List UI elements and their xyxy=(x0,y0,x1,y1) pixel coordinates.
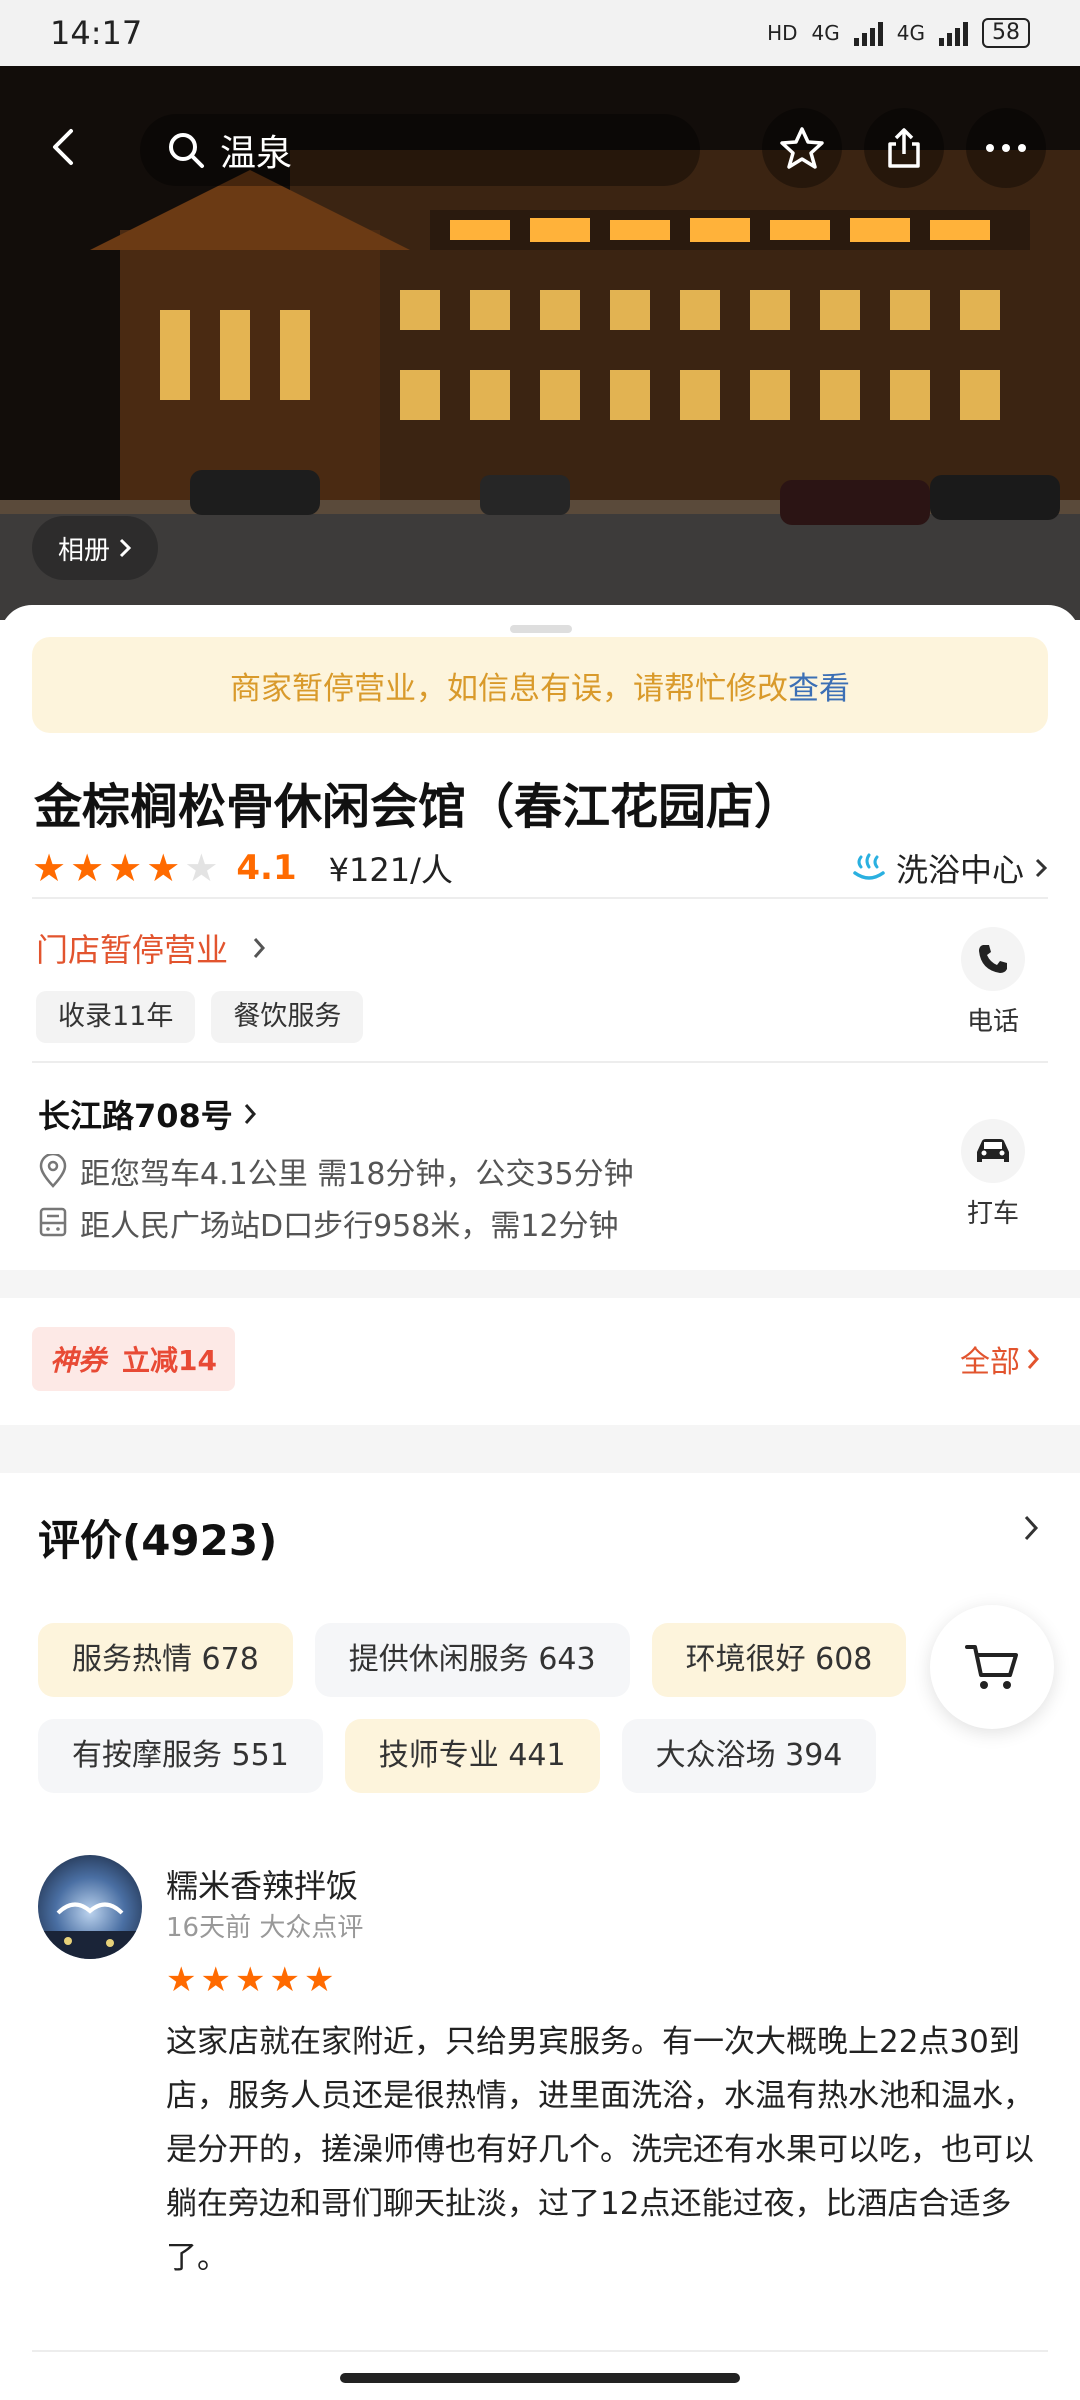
review-stars: ★ ★ ★ ★ ★ xyxy=(166,1963,334,1997)
all-label: 全部 xyxy=(960,1345,1020,1380)
signal-icon xyxy=(853,20,883,46)
more-button[interactable] xyxy=(966,108,1046,188)
home-indicator[interactable] xyxy=(340,2373,740,2383)
search-query: 温泉 xyxy=(220,133,293,174)
price-per-person: ¥121/人 xyxy=(328,851,453,889)
star-icon: ★ xyxy=(184,846,219,890)
coupon-offer: 立减14 xyxy=(122,1344,217,1377)
reviews-more-button[interactable] xyxy=(1022,1513,1040,1547)
coupon-badge[interactable]: 神券 立减14 xyxy=(32,1327,235,1391)
album-button[interactable]: 相册 xyxy=(32,516,159,580)
reviewer-name[interactable]: 糯米香辣拌饭 xyxy=(166,1861,358,1907)
search-bar[interactable]: 温泉 xyxy=(140,114,700,186)
review-tag-chip[interactable]: 服务热情 678 xyxy=(38,1623,293,1697)
car-icon xyxy=(961,1119,1025,1183)
status-indicators: HD 4G 4G 58 xyxy=(767,18,1030,48)
location-pin-icon xyxy=(39,1154,67,1188)
star-outline-icon xyxy=(780,127,824,169)
star-icon: ★ xyxy=(200,1960,231,2000)
transit-route: 距人民广场站D口步行958米，需12分钟 xyxy=(38,1201,619,1245)
notice-link[interactable]: 查看 xyxy=(788,663,850,708)
battery-icon: 58 xyxy=(982,18,1030,48)
search-icon xyxy=(169,133,204,168)
hot-spring-icon xyxy=(853,853,885,880)
cart-button[interactable] xyxy=(930,1605,1054,1729)
business-status[interactable]: 门店暂停营业 xyxy=(36,925,266,971)
divider xyxy=(32,897,1048,899)
favorite-button[interactable] xyxy=(762,108,842,188)
more-icon xyxy=(986,144,1026,152)
drive-route: 距您驾车4.1公里 需18分钟，公交35分钟 xyxy=(38,1149,634,1193)
review-tag-chip[interactable]: 有按摩服务 551 xyxy=(38,1719,323,1793)
album-label: 相册 xyxy=(58,535,111,566)
signal-icon xyxy=(939,20,968,46)
divider xyxy=(32,2350,1048,2352)
back-icon xyxy=(53,129,73,165)
star-icon: ★ xyxy=(146,846,181,890)
section-gap xyxy=(0,1425,1080,1473)
shop-tags: 收录11年 餐饮服务 xyxy=(36,991,364,1043)
shop-address[interactable]: 长江路708号 xyxy=(38,1091,257,1137)
cart-icon xyxy=(965,1645,1018,1689)
notice-text: 商家暂停营业，如信息有误，请帮忙修改 xyxy=(230,670,788,707)
drag-handle[interactable] xyxy=(510,625,572,633)
status-time: 14:17 xyxy=(50,14,143,52)
reviews-title[interactable]: 评价(4923) xyxy=(38,1507,277,1568)
phone-button[interactable]: 电话 xyxy=(938,927,1048,1038)
share-button[interactable] xyxy=(864,108,944,188)
star-icon: ★ xyxy=(269,1960,300,2000)
star-icon: ★ xyxy=(234,1960,266,2000)
walk-info: 距人民广场站D口步行958米，需12分钟 xyxy=(80,1209,619,1244)
chevron-right-icon xyxy=(1027,1349,1040,1369)
category-link[interactable]: 洗浴中心 xyxy=(852,845,1048,891)
review-meta: 16天前 大众点评 xyxy=(166,1913,364,1943)
taxi-button[interactable]: 打车 xyxy=(938,1119,1048,1230)
rating-score: 4.1 xyxy=(236,848,297,888)
chevron-right-icon xyxy=(253,938,266,958)
network-label-1: 4G xyxy=(811,21,840,45)
review-tag-chip[interactable]: 环境很好 608 xyxy=(651,1623,907,1697)
drive-info: 距您驾车4.1公里 需18分钟，公交35分钟 xyxy=(80,1157,634,1192)
review-tag-chip[interactable]: 提供休闲服务 643 xyxy=(314,1623,630,1697)
review-tag-chip[interactable]: 大众浴场 394 xyxy=(621,1719,877,1793)
review-text: 这家店就在家附近，只给男宾服务。有一次大概晚上22点30到店，服务人员还是很热情… xyxy=(166,2024,1034,2276)
transit-icon xyxy=(39,1207,67,1237)
chevron-right-icon xyxy=(1035,858,1048,878)
back-button[interactable] xyxy=(30,112,100,182)
rating-stars: ★ ★ ★ ★ ★ xyxy=(32,849,218,887)
status-bar: 14:17 HD 4G 4G 58 xyxy=(0,0,1080,66)
network-label-2: 4G xyxy=(896,21,925,45)
rating-row: ★ ★ ★ ★ ★ 4.1 ¥121/人 洗浴中心 xyxy=(32,838,1048,898)
shop-tag: 收录11年 xyxy=(36,991,196,1043)
star-icon: ★ xyxy=(32,846,67,890)
business-status-label: 门店暂停营业 xyxy=(36,931,229,969)
phone-label: 电话 xyxy=(966,1007,1019,1037)
star-icon: ★ xyxy=(108,846,143,890)
star-icon: ★ xyxy=(70,846,105,890)
closure-notice[interactable]: 商家暂停营业，如信息有误，请帮忙修改 查看 xyxy=(32,637,1048,733)
chevron-right-icon xyxy=(1024,1515,1039,1541)
section-gap xyxy=(0,1270,1080,1298)
star-icon: ★ xyxy=(166,1960,197,2000)
chevron-right-icon xyxy=(244,1104,256,1124)
address-text: 长江路708号 xyxy=(38,1097,233,1135)
coupon-brand: 神券 xyxy=(50,1344,107,1377)
chevron-right-icon xyxy=(119,538,132,558)
taxi-label: 打车 xyxy=(966,1199,1019,1229)
review-tag-chip[interactable]: 技师专业 441 xyxy=(344,1719,600,1793)
coupon-all-link[interactable]: 全部 xyxy=(960,1337,1040,1381)
star-icon: ★ xyxy=(303,1960,335,2000)
phone-icon xyxy=(961,927,1025,991)
hd-badge: HD xyxy=(767,21,798,45)
top-nav-bar: 温泉 xyxy=(0,100,1080,196)
divider xyxy=(32,1061,1048,1063)
avatar[interactable] xyxy=(38,1855,142,1959)
shop-title: 金棕榈松骨休闲会馆（春江花园店） xyxy=(34,779,803,835)
hero-photo[interactable]: 14:17 HD 4G 4G 58 温泉 相册 xyxy=(0,0,1080,620)
shop-tag: 餐饮服务 xyxy=(211,991,364,1043)
review-tag-chips: 服务热情 678 提供休闲服务 643 环境很好 608 有按摩服务 551 技… xyxy=(38,1623,938,1793)
category-label: 洗浴中心 xyxy=(895,851,1024,889)
detail-sheet: 商家暂停营业，如信息有误，请帮忙修改 查看 金棕榈松骨休闲会馆（春江花园店） ★ … xyxy=(0,605,1080,2400)
share-icon xyxy=(888,128,920,168)
